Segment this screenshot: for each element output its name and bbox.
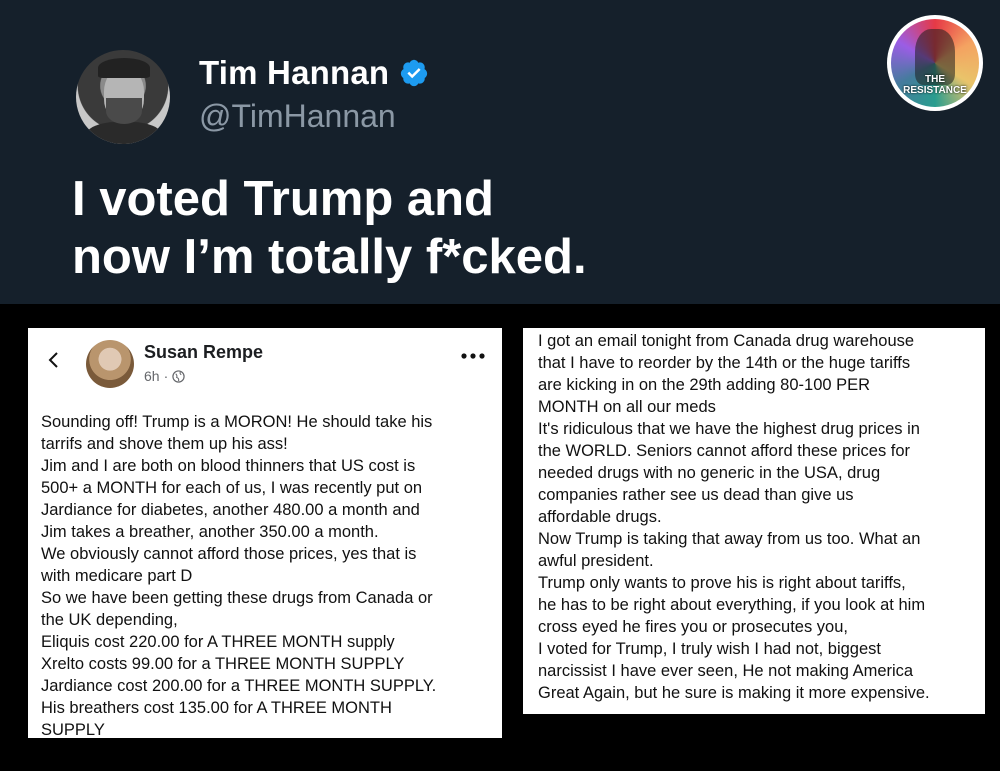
logo-text: THE RESISTANCE bbox=[891, 74, 979, 96]
more-options-icon[interactable] bbox=[460, 352, 486, 360]
avatar[interactable] bbox=[76, 50, 170, 144]
resistance-logo: THE RESISTANCE bbox=[887, 15, 983, 111]
display-name[interactable]: Tim Hannan bbox=[199, 54, 389, 92]
post-line: Jim takes a breather, another 350.00 a m… bbox=[41, 523, 379, 541]
post-line: Jardiance for diabetes, another 480.00 a… bbox=[41, 501, 420, 519]
post-line: tarrifs and shove them up his ass! bbox=[41, 435, 288, 453]
avatar-beard bbox=[106, 98, 142, 124]
avatar-shirt bbox=[84, 122, 164, 144]
separator: · bbox=[163, 368, 169, 384]
rainbow-liberty-icon: THE RESISTANCE bbox=[891, 19, 979, 107]
post-line: 500+ a MONTH for each of us, I was recen… bbox=[41, 479, 423, 497]
tweet-header: Tim Hannan @TimHannan I voted Trump and … bbox=[0, 0, 1000, 304]
post-line: I got an email tonight from Canada drug … bbox=[538, 332, 915, 350]
post-line: Great Again, but he sure is making it mo… bbox=[538, 684, 930, 702]
continuation-post-card: I got an email tonight from Canada drug … bbox=[523, 328, 985, 714]
post-line: he has to be right about everything, if … bbox=[538, 596, 926, 614]
post-body: Sounding off! Trump is a MORON! He shoul… bbox=[41, 411, 497, 741]
avatar-cap bbox=[98, 58, 150, 78]
post-line: narcissist I have ever seen, He not maki… bbox=[538, 662, 914, 680]
globe-icon bbox=[172, 369, 185, 383]
post-line: companies rather see us dead than give u… bbox=[538, 486, 854, 504]
post-line: MONTH on all our meds bbox=[538, 398, 716, 416]
headline-line: I voted Trump and bbox=[72, 172, 494, 226]
post-line: I voted for Trump, I truly wish I had no… bbox=[538, 640, 881, 658]
tweet-headline: I voted Trump and now I’m totally f*cked… bbox=[72, 170, 712, 286]
post-line: Jim and I are both on blood thinners tha… bbox=[41, 457, 416, 475]
post-line: the UK depending, bbox=[41, 611, 178, 629]
post-author[interactable]: Susan Rempe bbox=[144, 342, 263, 363]
post-line: with medicare part D bbox=[41, 567, 193, 585]
post-line: We obviously cannot afford those prices,… bbox=[41, 545, 417, 563]
post-line: Trump only wants to prove his is right a… bbox=[538, 574, 906, 592]
post-line: Jardiance cost 200.00 for a THREE MONTH … bbox=[41, 677, 437, 695]
post-line: Now Trump is taking that away from us to… bbox=[538, 530, 921, 548]
name-row: Tim Hannan bbox=[199, 54, 429, 92]
post-line: affordable drugs. bbox=[538, 508, 662, 526]
post-line: needed drugs with no generic in the USA,… bbox=[538, 464, 881, 482]
post-line: Eliquis cost 220.00 for A THREE MONTH su… bbox=[41, 633, 395, 651]
post-body: I got an email tonight from Canada drug … bbox=[538, 330, 983, 704]
post-meta: 6h · bbox=[144, 368, 185, 384]
post-line: His breathers cost 135.00 for A THREE MO… bbox=[41, 699, 392, 717]
post-line: cross eyed he fires you or prosecutes yo… bbox=[538, 618, 848, 636]
post-line: Sounding off! Trump is a MORON! He shoul… bbox=[41, 413, 433, 431]
post-line: are kicking in on the 29th adding 80-100… bbox=[538, 376, 871, 394]
post-line: So we have been getting these drugs from… bbox=[41, 589, 433, 607]
post-line: the WORLD. Seniors cannot afford these p… bbox=[538, 442, 911, 460]
verified-badge-icon bbox=[401, 59, 428, 87]
post-line: It's ridiculous that we have the highest… bbox=[538, 420, 920, 438]
post-time[interactable]: 6h bbox=[144, 368, 160, 384]
logo-line: RESISTANCE bbox=[903, 85, 967, 96]
post-line: SUPPLY bbox=[41, 721, 105, 739]
handle[interactable]: @TimHannan bbox=[199, 98, 396, 135]
back-arrow-icon[interactable] bbox=[46, 352, 62, 368]
post-line: Xrelto costs 99.00 for a THREE MONTH SUP… bbox=[41, 655, 405, 673]
post-line: awful president. bbox=[538, 552, 654, 570]
post-line: that I have to reorder by the 14th or th… bbox=[538, 354, 911, 372]
headline-line: now I’m totally f*cked. bbox=[72, 230, 587, 284]
logo-line: THE bbox=[925, 74, 945, 85]
avatar[interactable] bbox=[86, 340, 134, 388]
facebook-post-card: Susan Rempe 6h · Sounding off! Trump is … bbox=[28, 328, 502, 741]
